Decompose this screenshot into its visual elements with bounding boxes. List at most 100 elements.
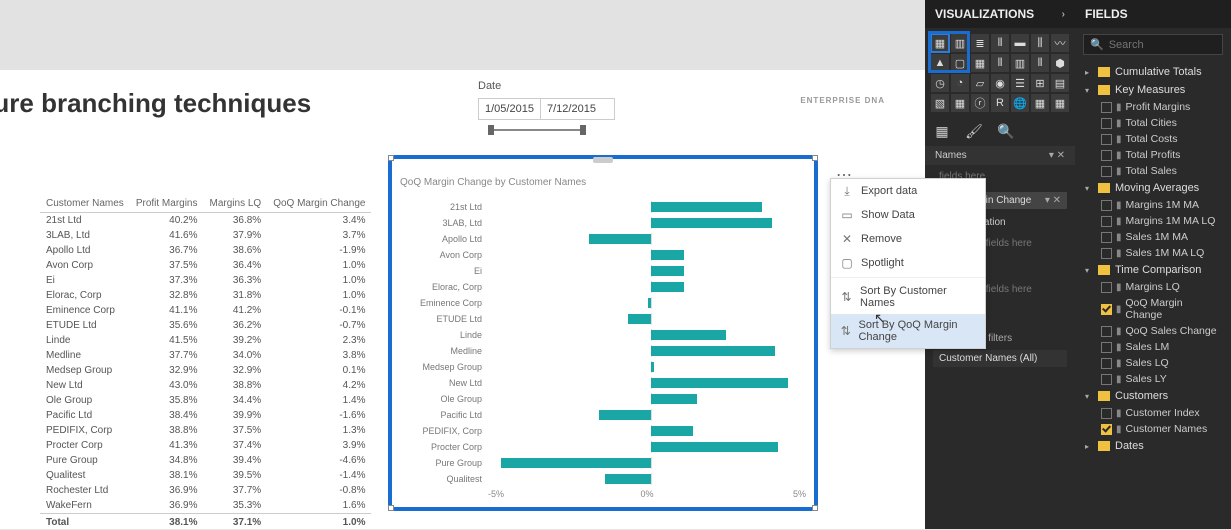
chart-row[interactable]: Medsep Group: [392, 359, 814, 375]
ctx-spotlight[interactable]: ▢Spotlight: [831, 251, 985, 275]
table-row[interactable]: ETUDE Ltd35.6%36.2%-0.7%: [40, 318, 371, 333]
chart-row[interactable]: PEDIFIX, Corp: [392, 423, 814, 439]
tree-field[interactable]: ▮Total Sales: [1079, 163, 1227, 179]
vis-type-icon[interactable]: ⫴: [991, 54, 1009, 72]
fields-search[interactable]: 🔍: [1083, 34, 1223, 55]
table-row[interactable]: Apollo Ltd36.7%38.6%-1.9%: [40, 243, 371, 258]
tree-field[interactable]: ▮Margins 1M MA LQ: [1079, 213, 1227, 229]
table-row[interactable]: PEDIFIX, Corp38.8%37.5%1.3%: [40, 423, 371, 438]
vis-type-icon[interactable]: 〰: [1051, 34, 1069, 52]
chart-row[interactable]: Apollo Ltd: [392, 231, 814, 247]
tree-group[interactable]: ▾Key Measures: [1079, 81, 1227, 99]
chart-row[interactable]: Pacific Ltd: [392, 407, 814, 423]
table-row[interactable]: WakeFern36.9%35.3%1.6%: [40, 498, 371, 514]
tree-field[interactable]: ▮Customer Index: [1079, 405, 1227, 421]
table-header[interactable]: Profit Margins: [130, 195, 204, 213]
chip-chevron-icon[interactable]: ▾ ✕: [1045, 195, 1061, 206]
ctx-sort-qoq[interactable]: ⇅Sort By QoQ Margin Change: [831, 314, 985, 348]
table-row[interactable]: Qualitest38.1%39.5%-1.4%: [40, 468, 371, 483]
checkbox-icon[interactable]: [1101, 200, 1112, 211]
date-to[interactable]: 7/12/2015: [540, 98, 615, 120]
ctx-show-data[interactable]: ▭Show Data: [831, 203, 985, 227]
tree-field[interactable]: ▮Margins LQ: [1079, 279, 1227, 295]
checkbox-icon[interactable]: [1101, 326, 1112, 337]
format-tab-icon[interactable]: 🖌: [965, 122, 983, 140]
table-header[interactable]: QoQ Margin Change: [267, 195, 371, 213]
chart-row[interactable]: Ei: [392, 263, 814, 279]
chart-row[interactable]: Medline: [392, 343, 814, 359]
ctx-remove[interactable]: ✕Remove: [831, 227, 985, 251]
tree-group[interactable]: ▾Moving Averages: [1079, 179, 1227, 197]
well-chevron-icon[interactable]: ▾ ✕: [1049, 150, 1065, 161]
tree-field[interactable]: ▮QoQ Margin Change: [1079, 295, 1227, 323]
chart-row[interactable]: 21st Ltd: [392, 199, 814, 215]
checkbox-icon[interactable]: [1101, 282, 1112, 293]
chart-row[interactable]: Qualitest: [392, 471, 814, 487]
checkbox-icon[interactable]: [1101, 424, 1112, 435]
vis-type-icon[interactable]: 🌐: [1011, 94, 1029, 112]
ctx-sort-customer[interactable]: ⇅Sort By Customer Names: [831, 280, 985, 314]
chart-row[interactable]: Linde: [392, 327, 814, 343]
tree-field[interactable]: ▮Total Costs: [1079, 131, 1227, 147]
slider-handle-left[interactable]: [488, 125, 494, 135]
table-row[interactable]: Medsep Group32.9%32.9%0.1%: [40, 363, 371, 378]
checkbox-icon[interactable]: [1101, 232, 1112, 243]
table-row[interactable]: 3LAB, Ltd41.6%37.9%3.7%: [40, 228, 371, 243]
table-row[interactable]: 21st Ltd40.2%36.8%3.4%: [40, 213, 371, 229]
chart-visual[interactable]: QoQ Margin Change by Customer Names 21st…: [388, 155, 818, 511]
tree-field[interactable]: ▮QoQ Sales Change: [1079, 323, 1227, 339]
chart-row[interactable]: Avon Corp: [392, 247, 814, 263]
table-row[interactable]: Pure Group34.8%39.4%-4.6%: [40, 453, 371, 468]
table-header[interactable]: Customer Names: [40, 195, 130, 213]
vis-type-icon[interactable]: ◔: [951, 74, 969, 92]
table-row[interactable]: Avon Corp37.5%36.4%1.0%: [40, 258, 371, 273]
chart-row[interactable]: Eminence Corp: [392, 295, 814, 311]
tree-field[interactable]: ▮Sales 1M MA: [1079, 229, 1227, 245]
chart-row[interactable]: Pure Group: [392, 455, 814, 471]
vis-type-icon[interactable]: ⫴: [1031, 54, 1049, 72]
data-table[interactable]: Customer NamesProfit MarginsMargins LQQo…: [40, 195, 371, 530]
vis-type-icon[interactable]: ▢: [951, 54, 969, 72]
tree-group[interactable]: ▸Cumulative Totals: [1079, 63, 1227, 81]
table-row[interactable]: Medline37.7%34.0%3.8%: [40, 348, 371, 363]
tree-field[interactable]: ▮Total Cities: [1079, 115, 1227, 131]
table-row[interactable]: Ei37.3%36.3%1.0%: [40, 273, 371, 288]
checkbox-icon[interactable]: [1101, 150, 1112, 161]
vis-type-icon[interactable]: ▥: [951, 34, 969, 52]
chart-row[interactable]: 3LAB, Ltd: [392, 215, 814, 231]
table-row[interactable]: Pacific Ltd38.4%39.9%-1.6%: [40, 408, 371, 423]
vis-type-icon[interactable]: ▱: [971, 74, 989, 92]
vis-type-icon[interactable]: ◷: [931, 74, 949, 92]
table-header[interactable]: Margins LQ: [204, 195, 268, 213]
slider-handle-right[interactable]: [580, 125, 586, 135]
fields-tab-icon[interactable]: ▦: [933, 122, 951, 140]
tree-field[interactable]: ▮Sales LY: [1079, 371, 1227, 387]
tree-field[interactable]: ▮Sales LQ: [1079, 355, 1227, 371]
table-row[interactable]: Ole Group35.8%34.4%1.4%: [40, 393, 371, 408]
search-input[interactable]: [1109, 39, 1216, 51]
checkbox-icon[interactable]: [1101, 216, 1112, 227]
chart-row[interactable]: Ole Group: [392, 391, 814, 407]
chart-row[interactable]: ETUDE Ltd: [392, 311, 814, 327]
vis-panel-title[interactable]: VISUALIZATIONS›: [925, 0, 1075, 28]
checkbox-icon[interactable]: [1101, 408, 1112, 419]
checkbox-icon[interactable]: [1101, 102, 1112, 113]
vis-type-icon[interactable]: ⫼: [1031, 34, 1049, 52]
vis-type-icon[interactable]: ◉: [991, 74, 1009, 92]
ctx-export-data[interactable]: ⤓Export data: [831, 179, 985, 203]
checkbox-icon[interactable]: [1101, 304, 1112, 315]
table-row[interactable]: Rochester Ltd36.9%37.7%-0.8%: [40, 483, 371, 498]
fields-panel-title[interactable]: FIELDS: [1075, 0, 1231, 28]
vis-type-icon[interactable]: ⊞: [1031, 74, 1049, 92]
tree-field[interactable]: ▮Margins 1M MA: [1079, 197, 1227, 213]
tree-group[interactable]: ▾Customers: [1079, 387, 1227, 405]
checkbox-icon[interactable]: [1101, 374, 1112, 385]
checkbox-icon[interactable]: [1101, 358, 1112, 369]
chart-grab-handle[interactable]: [593, 157, 613, 163]
tree-field[interactable]: ▮Total Profits: [1079, 147, 1227, 163]
tree-field[interactable]: ▮Sales 1M MA LQ: [1079, 245, 1227, 261]
resize-br[interactable]: [812, 505, 818, 511]
table-row[interactable]: Eminence Corp41.1%41.2%-0.1%: [40, 303, 371, 318]
checkbox-icon[interactable]: [1101, 118, 1112, 129]
tree-field[interactable]: ▮Profit Margins: [1079, 99, 1227, 115]
